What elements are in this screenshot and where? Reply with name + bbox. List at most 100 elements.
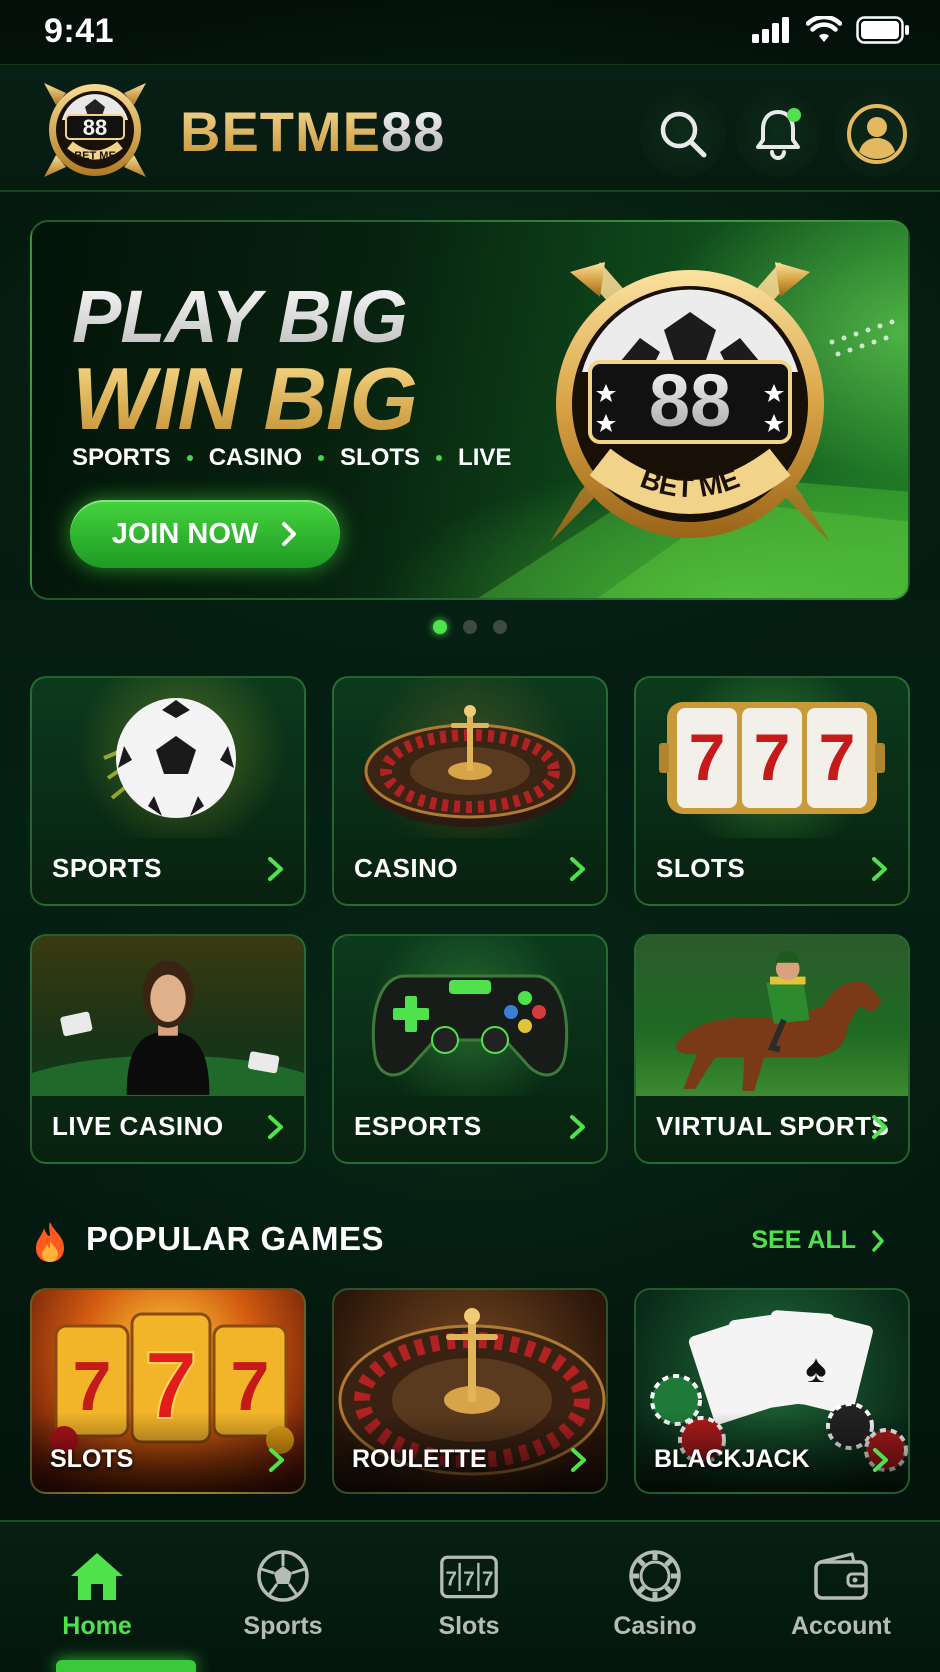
tab-label: Casino [613,1612,697,1640]
search-button[interactable] [640,91,726,177]
carousel-indicator [0,620,940,634]
svg-text:7: 7 [482,1567,493,1590]
active-tab-indicator [56,1660,196,1672]
brand-name-part1: BETME [180,100,381,163]
game-controller-icon [371,974,569,1077]
soccer-ball-icon [103,698,236,818]
hero-tag: CASINO [208,444,303,471]
category-label: CASINO [354,853,459,883]
popular-games-title: POPULAR GAMES [86,1220,385,1257]
chevron-right-icon [873,1448,888,1472]
see-all-label: SEE ALL [751,1226,856,1254]
tab-slots[interactable]: 7 7 7 Slots [394,1548,544,1658]
game-card-blackjack[interactable]: ♠ BLACKJACK [634,1288,910,1494]
tab-label: Sports [243,1612,323,1640]
wifi-icon [806,16,842,42]
category-card-live-casino[interactable]: LIVE CASINO [30,934,306,1164]
category-card-slots[interactable]: 7 7 7 SLOTS [634,676,910,906]
casino-chip-icon [625,1548,685,1604]
home-icon [67,1548,127,1604]
hero-banner[interactable]: PLAY BIG WIN BIG SPORTS CASINO SLOTS LIV… [30,220,910,600]
category-label: VIRTUAL SPORTS [656,1111,890,1141]
sports-artwork [32,678,304,838]
game-card-roulette[interactable]: ROULETTE [332,1288,608,1494]
status-time: 9:41 [44,12,115,50]
roulette-wheel-icon [362,705,578,827]
svg-text:7: 7 [463,1567,474,1590]
live-casino-artwork [32,936,304,1096]
slot-machine-icon: 7 7 7 [439,1548,499,1604]
tag-separator [186,455,193,461]
tab-label: Account [791,1612,891,1640]
hero-title-line1: PLAY BIG [72,275,408,358]
casino-artwork [334,678,606,838]
game-label: SLOTS [50,1445,134,1473]
battery-icon [856,16,909,44]
hero-tag: SLOTS [340,444,421,471]
wallet-icon [811,1548,871,1604]
status-bar: 9:41 [0,0,940,64]
category-label: LIVE CASINO [52,1111,224,1141]
bottom-tab-bar: Home Sports 7 7 7 Slots Casino Account [0,1520,940,1672]
slots-artwork: 7 7 7 [636,678,908,838]
svg-text:7: 7 [754,720,791,794]
tag-separator [318,455,325,461]
hero-title-line2: WIN BIG [72,349,418,448]
status-icons [752,16,910,44]
horse-racing-image [675,950,883,1091]
notifications-button[interactable] [735,91,821,177]
category-card-virtual-sports[interactable]: VIRTUAL SPORTS [634,934,910,1164]
game-card-slots[interactable]: 7 7 7 SLOTS [30,1288,306,1494]
soccer-ball-icon [253,1548,313,1604]
category-label: SLOTS [656,853,746,883]
logo-badge[interactable]: 88 BET ME [36,75,154,185]
tab-account[interactable]: Account [766,1548,916,1658]
cellular-signal-icon [752,17,789,43]
svg-text:7: 7 [445,1567,456,1590]
category-label: SPORTS [52,853,162,883]
chevron-right-icon [872,857,887,881]
hero-tags: SPORTS CASINO SLOTS LIVE [72,444,511,472]
chevron-right-icon [269,1448,284,1472]
chevron-right-icon [570,1115,585,1139]
brand-name: BETME88 [180,99,445,164]
category-card-casino[interactable]: CASINO [332,676,608,906]
profile-button[interactable] [834,91,920,177]
logo-number: 88 [83,115,107,140]
virtual-sports-artwork [636,936,908,1096]
chevron-right-icon [282,522,297,546]
brand-name-part2: 88 [381,100,446,163]
live-dealer-image [32,960,304,1096]
hero-tag: LIVE [458,444,512,471]
game-label: ROULETTE [352,1445,487,1473]
search-icon [660,111,707,158]
category-label: ESPORTS [354,1111,482,1141]
tab-casino[interactable]: Casino [580,1548,730,1658]
join-now-button[interactable]: JOIN NOW [70,500,340,568]
betme88-emblem: 88 BET ME [550,262,830,542]
svg-text:7: 7 [819,720,856,794]
chevron-right-icon [268,857,283,881]
logo-ribbon-text: BET ME [74,150,116,162]
bell-icon [756,108,801,160]
app-header: 88 BET ME BETME88 [0,64,940,192]
tab-label: Slots [438,1612,500,1640]
carousel-dot-active[interactable] [433,620,447,634]
category-card-esports[interactable]: ESPORTS [332,934,608,1164]
category-card-sports[interactable]: SPORTS [30,676,306,906]
user-avatar-icon [847,104,907,164]
chevron-right-icon [571,1448,586,1472]
see-all-link[interactable]: SEE ALL [751,1226,886,1255]
svg-text:7: 7 [689,720,726,794]
join-now-label: JOIN NOW [111,517,259,550]
chevron-right-icon [872,1115,887,1139]
tab-sports[interactable]: Sports [208,1548,358,1658]
chevron-right-icon [268,1115,283,1139]
carousel-dot[interactable] [463,620,477,634]
hero-tag: SPORTS [72,444,171,471]
svg-text:♠: ♠ [805,1347,826,1391]
carousel-dot[interactable] [493,620,507,634]
chevron-right-icon [570,857,585,881]
tab-home[interactable]: Home [22,1548,172,1658]
slot-reels-icon: 7 7 7 [659,702,885,814]
